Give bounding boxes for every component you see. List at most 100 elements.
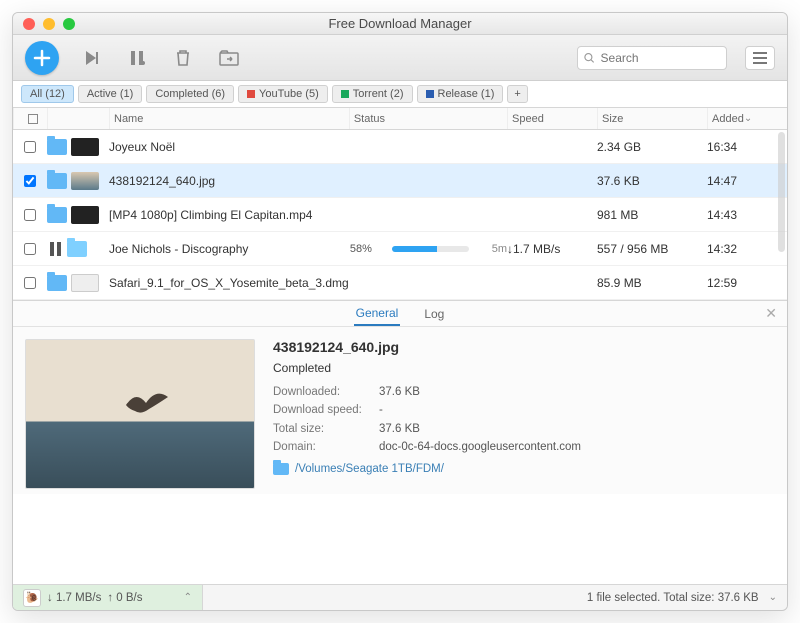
detail-tabs: General Log ✕ (13, 301, 787, 327)
detail-state: Completed (273, 361, 775, 375)
app-window: Free Download Manager All (12) Active (1… (12, 12, 788, 611)
traffic-lights (23, 18, 75, 30)
row-checkbox[interactable] (24, 277, 36, 289)
folder-icon (47, 139, 67, 155)
row-checkbox[interactable] (24, 141, 36, 153)
search-input-wrap[interactable] (577, 46, 727, 70)
pause-icon (129, 50, 145, 66)
plus-icon (33, 49, 51, 67)
start-button[interactable] (77, 44, 105, 72)
progress-percent: 58% (350, 243, 384, 255)
column-added[interactable]: Added ⌄ (707, 108, 787, 129)
filter-tab-release[interactable]: Release (1) (417, 85, 504, 103)
row-added: 12:59 (707, 276, 787, 290)
toolbar (13, 35, 787, 81)
folder-icon (47, 275, 67, 291)
kv-value: doc-0c-64-docs.googleusercontent.com (379, 438, 581, 456)
trash-icon (175, 49, 191, 67)
speed-summary[interactable]: 🐌 ↓ 1.7 MB/s ↑ 0 B/s ⌃ (13, 585, 203, 610)
preview-thumbnail (25, 339, 255, 489)
kv-key: Downloaded: (273, 383, 379, 401)
row-name: [MP4 1080p] Climbing El Capitan.mp4 (109, 208, 350, 222)
row-checkbox[interactable] (24, 175, 36, 187)
tab-log[interactable]: Log (422, 303, 446, 325)
detail-info: 438192124_640.jpg Completed Downloaded:3… (273, 339, 775, 482)
path-text: /Volumes/Seagate 1TB/FDM/ (295, 463, 444, 475)
window-title: Free Download Manager (328, 16, 471, 31)
thumbnail-icon (71, 274, 99, 292)
filter-add-button[interactable]: + (507, 85, 527, 103)
select-all-checkbox-icon[interactable] (28, 114, 38, 124)
row-checkbox[interactable] (24, 209, 36, 221)
folder-icon (47, 173, 67, 189)
tag-color-icon (247, 90, 255, 98)
status-bar: 🐌 ↓ 1.7 MB/s ↑ 0 B/s ⌃ 1 file selected. … (13, 584, 787, 610)
table-row[interactable]: 438192124_640.jpg 37.6 KB 14:47 (13, 164, 787, 198)
filter-tab-torrent[interactable]: Torrent (2) (332, 85, 413, 103)
column-name[interactable]: Name (109, 108, 349, 129)
search-icon (584, 52, 595, 64)
up-speed: ↑ 0 B/s (107, 592, 142, 604)
delete-button[interactable] (169, 44, 197, 72)
column-status[interactable]: Status (349, 108, 507, 129)
table-row[interactable]: Joe Nichols - Discography 58% 5m ↓1.7 MB… (13, 232, 787, 266)
thumbnail-icon (71, 206, 99, 224)
table-row[interactable]: Joyeux Noël 2.34 GB 16:34 (13, 130, 787, 164)
row-status: 58% 5m (350, 243, 507, 255)
kv-value: 37.6 KB (379, 420, 420, 438)
close-detail-button[interactable]: ✕ (765, 305, 777, 322)
row-added: 16:34 (707, 140, 787, 154)
column-size[interactable]: Size (597, 108, 707, 129)
filter-tab-completed[interactable]: Completed (6) (146, 85, 234, 103)
row-name: Joe Nichols - Discography (109, 242, 350, 256)
detail-title: 438192124_640.jpg (273, 339, 775, 355)
table-row[interactable]: [MP4 1080p] Climbing El Capitan.mp4 981 … (13, 198, 787, 232)
progress-eta: 5m (477, 243, 507, 255)
folder-icon (67, 241, 87, 257)
row-name: 438192124_640.jpg (109, 174, 350, 188)
tab-general[interactable]: General (354, 302, 401, 326)
zoom-window-button[interactable] (63, 18, 75, 30)
folder-icon (47, 207, 67, 223)
chevron-down-icon: ⌄ (744, 113, 752, 124)
add-download-button[interactable] (25, 41, 59, 75)
pause-state-icon (47, 242, 63, 256)
folder-icon (273, 463, 289, 475)
kv-key: Total size: (273, 420, 379, 438)
row-checkbox[interactable] (24, 243, 36, 255)
move-button[interactable] (215, 44, 243, 72)
detail-path[interactable]: /Volumes/Seagate 1TB/FDM/ (273, 463, 775, 475)
progress-bar (392, 246, 469, 252)
thumbnail-icon (71, 172, 99, 190)
selection-summary: 1 file selected. Total size: 37.6 KB (587, 592, 759, 604)
down-speed: ↓ 1.7 MB/s (47, 592, 101, 604)
filter-tab-all[interactable]: All (12) (21, 85, 74, 103)
close-window-button[interactable] (23, 18, 35, 30)
chevron-down-icon[interactable]: ⌄ (769, 592, 777, 603)
speed-limit-button[interactable]: 🐌 (23, 589, 41, 607)
row-size: 37.6 KB (597, 174, 707, 188)
bird-icon (121, 385, 171, 425)
row-name: Joyeux Noël (109, 140, 350, 154)
main-menu-button[interactable] (745, 46, 775, 70)
titlebar: Free Download Manager (13, 13, 787, 35)
row-size: 981 MB (597, 208, 707, 222)
pause-button[interactable] (123, 44, 151, 72)
row-size: 557 / 956 MB (597, 242, 707, 256)
downloads-pane: Name Status Speed Size Added ⌄ Joyeux No… (13, 108, 787, 584)
minimize-window-button[interactable] (43, 18, 55, 30)
play-icon (82, 49, 100, 67)
folder-move-icon (219, 50, 239, 66)
table-header: Name Status Speed Size Added ⌄ (13, 108, 787, 130)
filter-tab-youtube[interactable]: YouTube (5) (238, 85, 328, 103)
table-row[interactable]: Safari_9.1_for_OS_X_Yosemite_beta_3.dmg … (13, 266, 787, 300)
kv-value: 37.6 KB (379, 383, 420, 401)
downloads-list: Joyeux Noël 2.34 GB 16:34 438192124_640.… (13, 130, 787, 300)
column-speed[interactable]: Speed (507, 108, 597, 129)
scrollbar[interactable] (778, 132, 785, 252)
thumbnail-icon (71, 138, 99, 156)
chevron-up-icon: ⌃ (184, 592, 192, 603)
search-input[interactable] (601, 51, 720, 65)
row-added: 14:47 (707, 174, 787, 188)
filter-tab-active[interactable]: Active (1) (78, 85, 142, 103)
